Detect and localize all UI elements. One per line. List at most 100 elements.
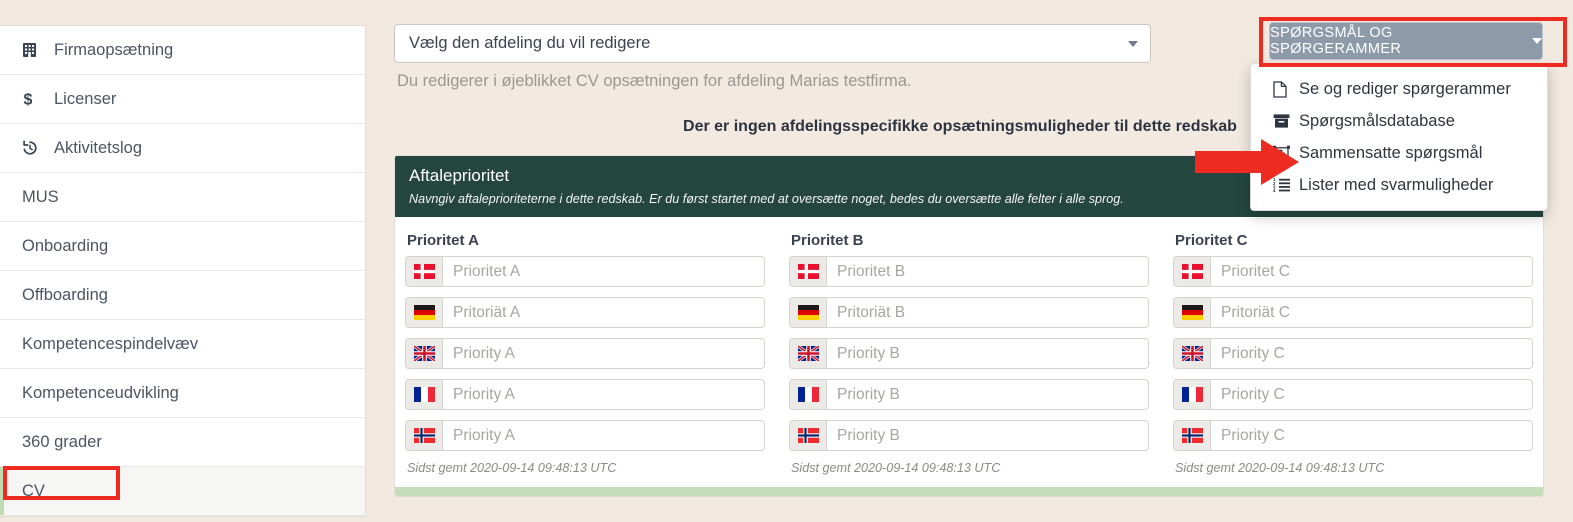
sidebar-item-label: Licenser [54, 89, 117, 108]
sidebar-item-label: Kompetenceudvikling [22, 383, 179, 402]
translation-input-de[interactable] [1211, 298, 1532, 327]
building-icon [22, 42, 44, 58]
sidebar-item-label: 360 grader [22, 432, 102, 451]
archive-box-icon [1273, 113, 1299, 129]
flag-de-icon [790, 298, 827, 327]
priority-column-title: Prioritet A [407, 232, 479, 249]
translation-field-row [405, 420, 765, 451]
flag-fr-icon [790, 380, 827, 409]
translation-input-no[interactable] [443, 421, 764, 450]
sidebar-item-cv[interactable]: CV [0, 467, 365, 516]
flag-dk-icon [406, 257, 443, 286]
translation-input-fr[interactable] [443, 380, 764, 409]
sidebar: Firmaopsætning $ Licenser Aktivitetslog MUS O… [0, 25, 366, 517]
flag-no-icon [1174, 421, 1211, 450]
card-body: Prioritet A Sidst gemt 2020-09-14 09:48:1… [395, 217, 1543, 487]
last-saved-text: Sidst gemt 2020-09-14 09:48:13 UTC [791, 461, 1001, 475]
ordered-list-icon: 1234 [1273, 177, 1299, 193]
translation-input-de[interactable] [443, 298, 764, 327]
translation-field-row [789, 256, 1149, 287]
sidebar-item-label: MUS [22, 187, 59, 206]
translation-input-no[interactable] [827, 421, 1148, 450]
flag-fr-icon [1174, 380, 1211, 409]
translation-input-da[interactable] [827, 257, 1148, 286]
flag-de-icon [406, 298, 443, 327]
priority-column-title: Prioritet B [791, 232, 864, 249]
card-footer-bar [395, 487, 1543, 496]
flag-gb-icon [406, 339, 443, 368]
priority-column-title: Prioritet C [1175, 232, 1248, 249]
flag-no-icon [406, 421, 443, 450]
sidebar-item-mus[interactable]: MUS [0, 173, 365, 222]
sidebar-item-label: Offboarding [22, 285, 108, 304]
sidebar-item-offboarding[interactable]: Offboarding [0, 271, 365, 320]
flag-gb-icon [790, 339, 827, 368]
questions-dropdown-menu: Se og rediger spørgerammer Spørgsmålsdata… [1250, 63, 1548, 211]
department-help-text: Du redigerer i øjeblikket CV opsætningen… [397, 72, 912, 90]
translation-input-en[interactable] [1211, 339, 1532, 368]
menu-item-sp-rgsm-lsdatabase[interactable]: Spørgsmålsdatabase [1251, 105, 1547, 137]
sidebar-item-aktivitetslog[interactable]: Aktivitetslog [0, 124, 365, 173]
object-group-icon [1273, 145, 1299, 161]
history-icon [22, 140, 44, 156]
priority-column: Prioritet A Sidst gemt 2020-09-14 09:48:1… [405, 232, 765, 475]
sidebar-item-label: Onboarding [22, 236, 109, 255]
menu-item-se-og-rediger-sp-rgerammer[interactable]: Se og rediger spørgerammer [1251, 73, 1547, 105]
translation-input-fr[interactable] [1211, 380, 1532, 409]
department-select[interactable]: Vælg den afdeling du vil redigere [394, 24, 1151, 63]
sidebar-item-onboarding[interactable]: Onboarding [0, 222, 365, 271]
last-saved-text: Sidst gemt 2020-09-14 09:48:13 UTC [1175, 461, 1385, 475]
translation-field-row [1173, 379, 1533, 410]
sidebar-item-kompetencespindelv-v[interactable]: Kompetencespindelvæv [0, 320, 365, 369]
translation-input-da[interactable] [443, 257, 764, 286]
flag-no-icon [790, 421, 827, 450]
questions-button-label: SPØRGSMÅL OG SPØRGERAMMER [1270, 25, 1402, 57]
translation-field-row [789, 297, 1149, 328]
menu-item-label: Sammensatte spørgsmål [1299, 143, 1483, 162]
sidebar-item-kompetenceudvikling[interactable]: Kompetenceudvikling [0, 369, 365, 418]
flag-fr-icon [406, 380, 443, 409]
menu-item-lister-med-svarmuligheder[interactable]: 1 2 3 4 Lister med svarmuligheder [1251, 169, 1547, 201]
department-select-value: Vælg den afdeling du vil redigere [409, 34, 651, 52]
sidebar-item-firmaops-tning[interactable]: Firmaopsætning [0, 26, 365, 75]
translation-field-row [789, 420, 1149, 451]
questions-and-frames-button[interactable]: SPØRGSMÅL OG SPØRGERAMMER [1269, 22, 1543, 60]
flag-dk-icon [790, 257, 827, 286]
priority-column: Prioritet C Sidst gemt 2020-09-14 09:48:1… [1173, 232, 1533, 475]
translation-field-row [405, 297, 765, 328]
sidebar-item-label: Aktivitetslog [54, 138, 143, 157]
chevron-down-icon [1128, 40, 1138, 47]
translation-input-fr[interactable] [827, 380, 1148, 409]
file-icon [1273, 80, 1299, 98]
translation-field-row [789, 338, 1149, 369]
menu-item-label: Spørgsmålsdatabase [1299, 111, 1455, 130]
menu-item-label: Se og rediger spørgerammer [1299, 79, 1511, 98]
sidebar-item-label: Kompetencespindelvæv [22, 334, 199, 353]
translation-input-de[interactable] [827, 298, 1148, 327]
sidebar-item-label: CV [22, 481, 45, 500]
svg-text:4: 4 [1273, 188, 1276, 193]
dollar-icon: $ [22, 90, 44, 109]
priority-column: Prioritet B Sidst gemt 2020-09-14 09:48:1… [789, 232, 1149, 475]
translation-field-row [405, 338, 765, 369]
translation-field-row [1173, 256, 1533, 287]
translation-input-en[interactable] [443, 339, 764, 368]
sidebar-item-licenser[interactable]: $ Licenser [0, 75, 365, 124]
translation-input-no[interactable] [1211, 421, 1532, 450]
translation-field-row [1173, 297, 1533, 328]
translation-field-row [1173, 420, 1533, 451]
menu-item-sammensatte-sp-rgsm-l[interactable]: Sammensatte spørgsmål [1251, 137, 1547, 169]
menu-item-label: Lister med svarmuligheder [1299, 175, 1494, 194]
main-content: Vælg den afdeling du vil redigere Du red… [390, 0, 1573, 522]
last-saved-text: Sidst gemt 2020-09-14 09:48:13 UTC [407, 461, 617, 475]
translation-input-da[interactable] [1211, 257, 1532, 286]
flag-de-icon [1174, 298, 1211, 327]
svg-text:$: $ [24, 92, 33, 109]
translation-field-row [1173, 338, 1533, 369]
translation-field-row [789, 379, 1149, 410]
translation-field-row [405, 256, 765, 287]
sidebar-item-360-grader[interactable]: 360 grader [0, 418, 365, 467]
translation-input-en[interactable] [827, 339, 1148, 368]
chevron-down-icon [1532, 38, 1542, 44]
translation-field-row [405, 379, 765, 410]
